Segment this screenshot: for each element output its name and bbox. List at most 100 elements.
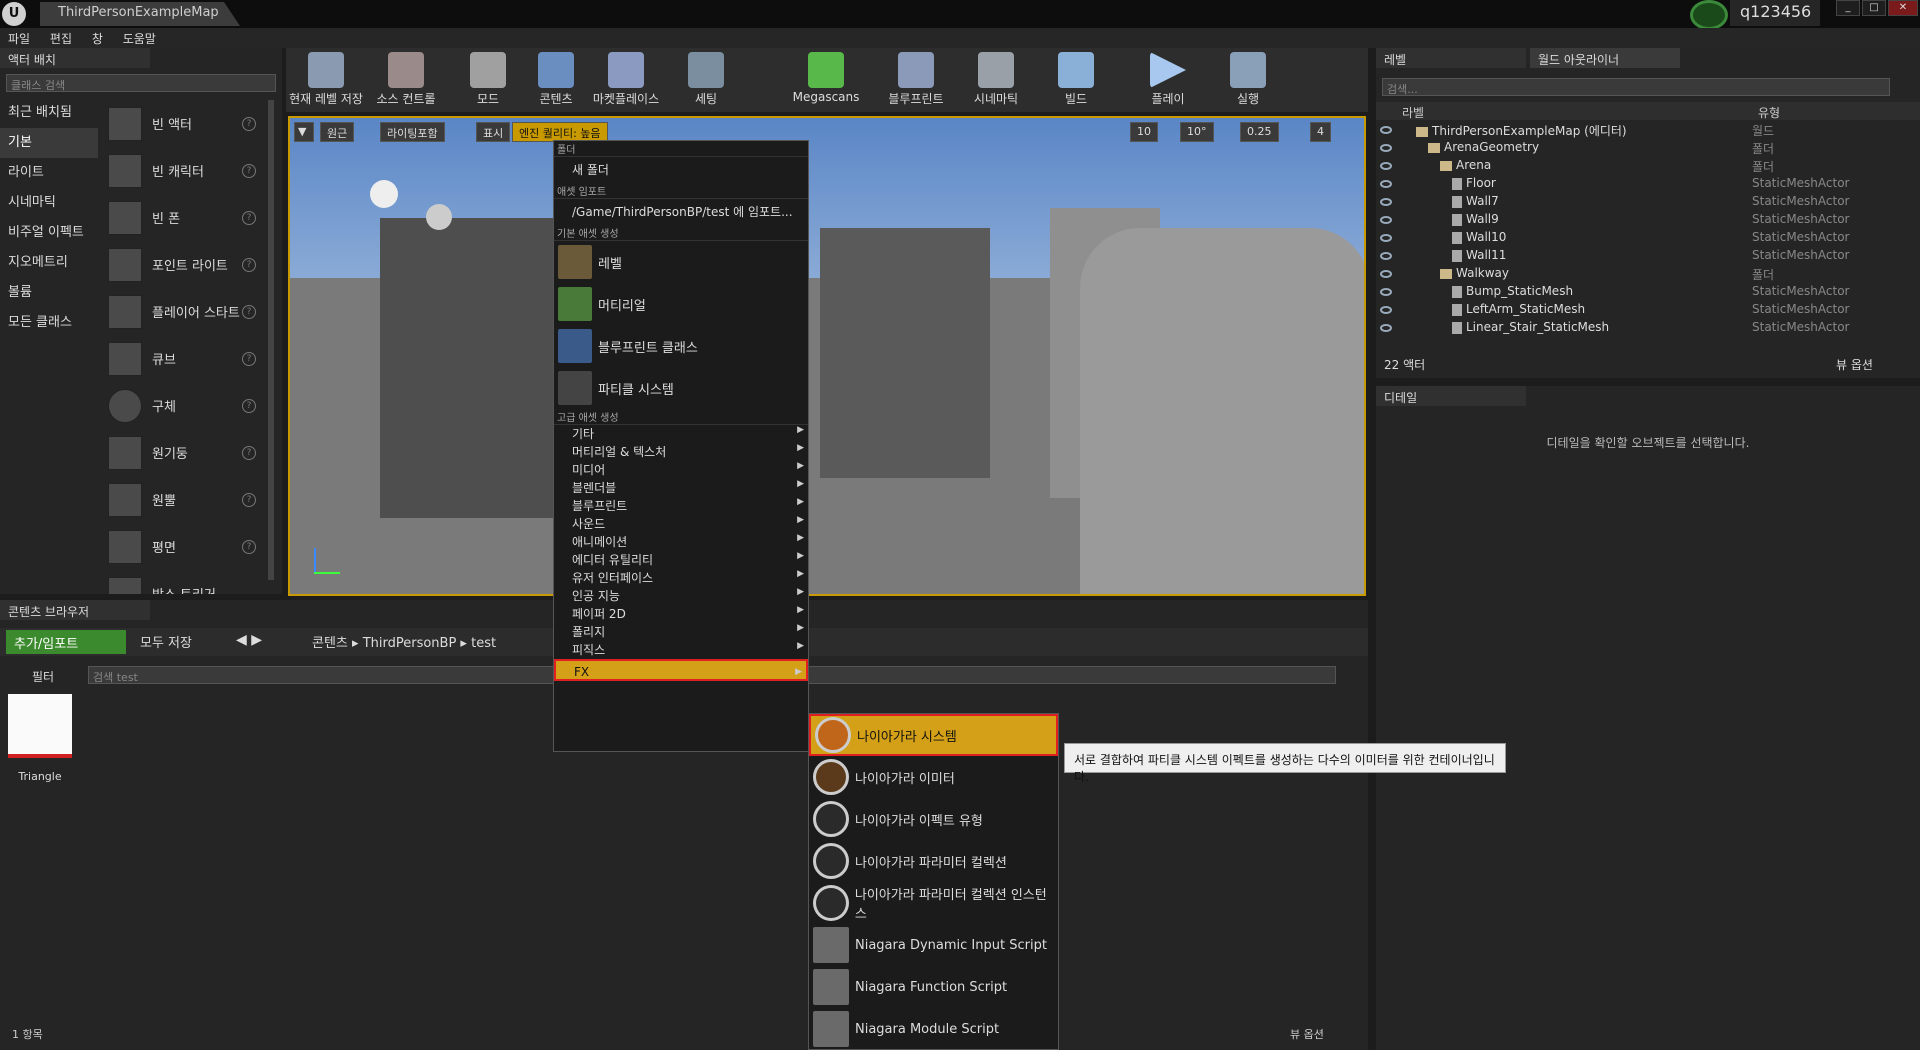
submenu-materials-textures[interactable]: 머티리얼 & 텍스처 ▶ [554, 443, 808, 461]
sky-sphere-icon[interactable] [426, 204, 452, 230]
niagara-module-script-item[interactable]: Niagara Module Script [809, 1008, 1058, 1050]
content-button[interactable]: 콘텐츠 [526, 48, 586, 112]
category-geometry[interactable]: 지오메트리 [0, 248, 98, 278]
actor-item[interactable]: 빈 액터? [100, 100, 270, 147]
tab-content-browser[interactable]: 콘텐츠 브라우저 [0, 600, 150, 620]
col-type-header[interactable]: 유형 [1758, 104, 1780, 121]
settings-button[interactable]: 세팅 [676, 48, 736, 112]
save-all-button[interactable]: 모두 저장 [140, 632, 192, 651]
modes-button[interactable]: 모드 [458, 48, 518, 112]
help-icon[interactable]: ? [242, 257, 256, 272]
class-search-input[interactable]: 클래스 검색 [6, 74, 276, 92]
category-lights[interactable]: 라이트 [0, 158, 98, 188]
table-row[interactable]: LeftArm_StaticMesh StaticMeshActor [1376, 302, 1916, 320]
menu-help[interactable]: 도움말 [115, 28, 164, 49]
actor-item[interactable]: 박스 트리거 [100, 570, 270, 594]
lit-button[interactable]: 라이팅포함 [380, 122, 445, 142]
scale-snap-value[interactable]: 0.25 [1240, 122, 1279, 142]
visibility-eye-icon[interactable] [1380, 126, 1392, 134]
user-name[interactable]: q123456 [1730, 0, 1820, 26]
niagara-dynamic-input-script-item[interactable]: Niagara Dynamic Input Script [809, 924, 1058, 966]
launch-button[interactable]: 실행 [1208, 48, 1288, 112]
table-row[interactable]: Walkway 폴더 [1376, 266, 1916, 284]
blueprints-button[interactable]: 블루프린트 [876, 48, 956, 112]
tab-world-outliner[interactable]: 월드 아웃라이너 [1530, 48, 1680, 68]
tab-levels[interactable]: 레벨 [1376, 48, 1526, 68]
save-level-button[interactable]: 현재 레벨 저장 [286, 48, 366, 112]
actor-item[interactable]: 포인트 라이트? [100, 241, 270, 288]
niagara-system-item[interactable]: 나이아가라 시스템 [809, 714, 1058, 756]
place-actors-tab[interactable]: 액터 배치 [0, 48, 150, 68]
create-blueprint-item[interactable]: 블루프린트 클래스 [554, 325, 808, 367]
create-material-item[interactable]: 머티리얼 [554, 283, 808, 325]
help-icon[interactable]: ? [242, 116, 256, 131]
submenu-ai[interactable]: 인공 지능 ▶ [554, 587, 808, 605]
niagara-parameter-collection-instance-item[interactable]: 나이아가라 파라미터 컬렉션 인스턴스 [809, 882, 1058, 924]
table-row[interactable]: Floor StaticMeshActor [1376, 176, 1916, 194]
minimize-button[interactable]: _ [1836, 0, 1860, 16]
submenu-blendables[interactable]: 블렌더블 ▶ [554, 479, 808, 497]
source-control-button[interactable]: 소스 컨트롤 [366, 48, 446, 112]
asset-thumbnail[interactable] [8, 694, 72, 758]
category-all-classes[interactable]: 모든 클래스 [0, 308, 98, 338]
help-icon[interactable]: ? [242, 492, 256, 507]
submenu-misc[interactable]: 기타 ▶ [554, 425, 808, 443]
submenu-fx[interactable]: FX ▶ [554, 659, 808, 681]
visibility-eye-icon[interactable] [1380, 324, 1392, 332]
actor-item[interactable]: 플레이어 스타트? [100, 288, 270, 335]
help-icon[interactable]: ? [242, 445, 256, 460]
help-icon[interactable]: ? [242, 351, 256, 366]
asset-name[interactable]: Triangle [8, 770, 72, 783]
help-icon[interactable]: ? [242, 163, 256, 178]
visibility-eye-icon[interactable] [1380, 306, 1392, 314]
new-folder-item[interactable]: 새 폴더 [554, 157, 808, 183]
viewport-options-button[interactable]: ▼ [294, 122, 314, 142]
table-row[interactable]: ThirdPersonExampleMap (에디터) 월드 [1376, 122, 1916, 140]
visibility-eye-icon[interactable] [1380, 288, 1392, 296]
camera-speed-value[interactable]: 4 [1310, 122, 1331, 142]
actor-item[interactable]: 큐브? [100, 335, 270, 382]
category-visual-effects[interactable]: 비주얼 이펙트 [0, 218, 98, 248]
category-cinematic[interactable]: 시네마틱 [0, 188, 98, 218]
rotation-snap-value[interactable]: 10° [1180, 122, 1214, 142]
col-label-header[interactable]: 라벨 [1402, 104, 1424, 121]
actor-list-scrollbar[interactable] [268, 100, 274, 580]
actor-item[interactable]: 원뿔? [100, 476, 270, 523]
outliner-search-input[interactable]: 검색... [1382, 78, 1890, 96]
breadcrumb-item[interactable]: 콘텐츠 [312, 636, 348, 651]
marketplace-button[interactable]: 마켓플레이스 [586, 48, 666, 112]
niagara-function-script-item[interactable]: Niagara Function Script [809, 966, 1058, 1008]
actor-item[interactable]: 평면? [100, 523, 270, 570]
submenu-user-interface[interactable]: 유저 인터페이스 ▶ [554, 569, 808, 587]
help-icon[interactable]: ? [242, 398, 256, 413]
breadcrumb-item[interactable]: test [471, 636, 496, 651]
megascans-button[interactable]: Megascans [786, 48, 866, 112]
table-row[interactable]: Wall10 StaticMeshActor [1376, 230, 1916, 248]
close-button[interactable]: ✕ [1888, 0, 1918, 16]
engine-quality-button[interactable]: 엔진 퀄리티: 높음 [512, 122, 608, 142]
filter-button[interactable]: 필터 [32, 668, 54, 685]
actor-item[interactable]: 빈 폰? [100, 194, 270, 241]
visibility-eye-icon[interactable] [1380, 162, 1392, 170]
breadcrumb-item[interactable]: ThirdPersonBP [363, 636, 457, 651]
level-viewport[interactable]: ▼ 원근 라이팅포함 표시 엔진 퀄리티: 높음 10 10° 0.25 4 [288, 116, 1366, 596]
table-row[interactable]: ArenaGeometry 폴더 [1376, 140, 1916, 158]
sun-icon[interactable] [370, 180, 398, 208]
table-row[interactable]: Arena 폴더 [1376, 158, 1916, 176]
submenu-physics[interactable]: 피직스 ▶ [554, 641, 808, 659]
submenu-paper2d[interactable]: 페이퍼 2D ▶ [554, 605, 808, 623]
niagara-parameter-collection-item[interactable]: 나이아가라 파라미터 컬렉션 [809, 840, 1058, 882]
help-icon[interactable]: ? [242, 539, 256, 554]
back-forward-arrows[interactable]: ◀ ▶ [236, 632, 262, 648]
menu-window[interactable]: 창 [84, 28, 111, 49]
visibility-eye-icon[interactable] [1380, 270, 1392, 278]
visibility-eye-icon[interactable] [1380, 216, 1392, 224]
table-row[interactable]: Linear_Stair_StaticMesh StaticMeshActor [1376, 320, 1916, 338]
submenu-editor-utilities[interactable]: 에디터 유틸리티 ▶ [554, 551, 808, 569]
cinematics-button[interactable]: 시네마틱 [956, 48, 1036, 112]
user-avatar-icon[interactable] [1690, 0, 1728, 30]
submenu-media[interactable]: 미디어 ▶ [554, 461, 808, 479]
table-row[interactable]: Bump_StaticMesh StaticMeshActor [1376, 284, 1916, 302]
tab-details[interactable]: 디테일 [1376, 386, 1526, 406]
help-icon[interactable]: ? [242, 210, 256, 225]
